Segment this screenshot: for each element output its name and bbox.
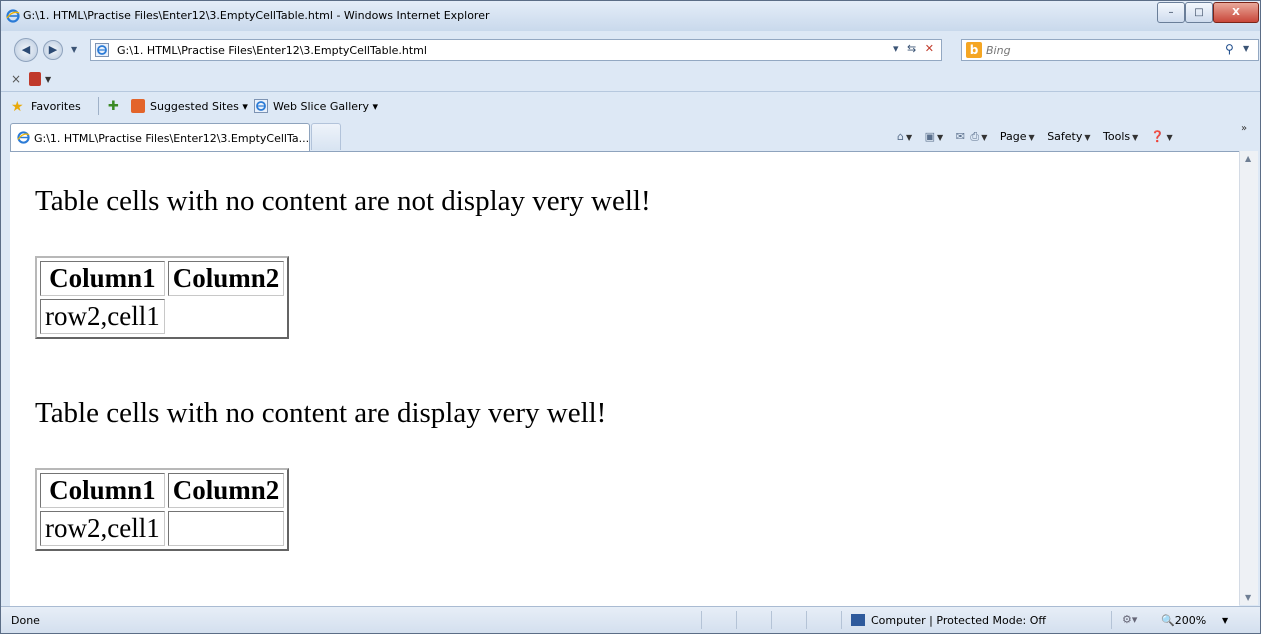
empty-table-cell [167, 511, 285, 546]
status-divider [1111, 611, 1112, 629]
home-dropdown-icon[interactable]: ▼ [906, 133, 912, 142]
security-zone[interactable]: Computer | Protected Mode: Off [871, 614, 1046, 627]
print-dropdown-icon[interactable]: ▼ [981, 133, 987, 142]
addon-toolbar: × ▼ [1, 67, 1260, 92]
status-divider [701, 611, 702, 629]
stop-icon[interactable]: ✕ [925, 42, 934, 55]
status-divider [841, 611, 842, 629]
forward-icon: ▶ [48, 43, 58, 56]
zoom-icon: 🔍 [1161, 614, 1175, 627]
address-dropdown-icon[interactable]: ▾ [893, 42, 899, 55]
page-icon [95, 43, 109, 57]
status-bar: Done Computer | Protected Mode: Off ⚙▾ 🔍… [1, 606, 1260, 633]
table-header-row: Column1 Column2 [40, 261, 285, 296]
suggested-sites-icon [131, 99, 145, 113]
search-input[interactable] [986, 43, 1216, 57]
safety-menu[interactable]: Safety [1047, 130, 1082, 143]
zoom-dropdown-icon[interactable]: ▼ [1222, 616, 1228, 625]
more-commands-icon[interactable]: » [1241, 123, 1247, 134]
pdf-icon[interactable] [29, 72, 41, 86]
navigation-bar: ◀ ▶ ▼ G:\1. HTML\Practise Files\Enter12\… [1, 37, 1260, 65]
refresh-icon[interactable]: ⇆ [907, 42, 916, 55]
scroll-down-icon[interactable]: ▼ [1245, 593, 1251, 602]
tools-dropdown-icon[interactable]: ▼ [1132, 133, 1138, 142]
browser-window: G:\1. HTML\Practise Files\Enter12\3.Empt… [0, 0, 1261, 634]
empty-table-cell [168, 299, 285, 334]
vertical-scrollbar[interactable]: ▲ ▼ [1239, 151, 1258, 605]
table-cell: row2,cell1 [40, 299, 165, 334]
tools-menu[interactable]: Tools [1103, 130, 1130, 143]
web-slice-gallery-link[interactable]: Web Slice Gallery ▾ [273, 100, 378, 113]
command-bar: ⌂ ▼ ▣ ▼ ✉ ⎙ ▼ Page ▼ Safety ▼ Tools ▼ ❓ ▼ [897, 130, 1182, 144]
status-text: Done [11, 614, 40, 627]
back-icon: ◀ [21, 43, 31, 56]
home-icon[interactable]: ⌂ [897, 130, 904, 143]
status-divider [771, 611, 772, 629]
table-empty-cell-shown: Column1 Column2 row2,cell1 [35, 468, 290, 551]
page-dropdown-icon[interactable]: ▼ [1029, 133, 1035, 142]
intro-paragraph: Table cells with no content are not disp… [35, 185, 651, 217]
title-bar: G:\1. HTML\Practise Files\Enter12\3.Empt… [1, 1, 1260, 31]
address-bar[interactable]: G:\1. HTML\Practise Files\Enter12\3.Empt… [90, 39, 942, 61]
pdf-dropdown-icon[interactable]: ▼ [45, 75, 51, 84]
tab-bar: G:\1. HTML\Practise Files\Enter12\3.Empt… [1, 119, 1260, 151]
favorites-separator [98, 97, 99, 115]
maximize-button[interactable]: □ [1185, 2, 1213, 23]
forward-button[interactable]: ▶ [43, 40, 63, 60]
table-header-cell: Column2 [167, 261, 285, 296]
mail-icon[interactable]: ✉ [956, 130, 965, 143]
address-text: G:\1. HTML\Practise Files\Enter12\3.Empt… [117, 44, 427, 57]
second-paragraph: Table cells with no content are display … [35, 397, 607, 429]
bing-logo-icon: b [966, 42, 982, 58]
table-cell: row2,cell1 [40, 511, 165, 546]
ie-logo-icon [6, 9, 20, 23]
status-divider [806, 611, 807, 629]
address-actions: ▾ ⇆ ✕ [893, 42, 939, 55]
back-button[interactable]: ◀ [14, 38, 38, 62]
minimize-button[interactable]: – [1157, 2, 1185, 23]
web-slice-icon [254, 99, 268, 113]
safety-dropdown-icon[interactable]: ▼ [1084, 133, 1090, 142]
favorites-button[interactable]: Favorites [31, 100, 81, 113]
window-title: G:\1. HTML\Practise Files\Enter12\3.Empt… [23, 9, 490, 22]
table-row: row2,cell1 [40, 511, 285, 546]
tab-label: G:\1. HTML\Practise Files\Enter12\3.Empt… [34, 132, 310, 145]
feeds-dropdown-icon[interactable]: ▼ [937, 133, 943, 142]
print-icon[interactable]: ⎙ [970, 130, 979, 143]
add-favorite-icon[interactable]: ✚ [108, 99, 119, 114]
feeds-icon[interactable]: ▣ [925, 130, 935, 143]
table-header-cell: Column1 [40, 473, 165, 508]
favorites-star-icon[interactable]: ★ [11, 99, 24, 115]
ie-logo-icon [17, 131, 30, 144]
search-box[interactable]: b ⚲ ▼ [961, 39, 1259, 61]
search-icon[interactable]: ⚲ [1225, 42, 1234, 56]
tab-active[interactable]: G:\1. HTML\Practise Files\Enter12\3.Empt… [10, 123, 310, 151]
suggested-sites-link[interactable]: Suggested Sites ▾ [150, 100, 248, 113]
search-options-icon[interactable]: ▼ [1243, 44, 1249, 53]
table-header-cell: Column2 [167, 473, 285, 508]
help-icon[interactable]: ❓ [1151, 130, 1165, 143]
zoom-level[interactable]: 🔍200% [1161, 614, 1206, 627]
page-content: Table cells with no content are not disp… [10, 151, 1239, 606]
page-menu[interactable]: Page [1000, 130, 1027, 143]
close-button[interactable]: X [1213, 2, 1259, 23]
table-header-row: Column1 Column2 [40, 473, 285, 508]
scroll-up-icon[interactable]: ▲ [1245, 154, 1251, 163]
table-empty-cell-hidden: Column1 Column2 row2,cell1 [35, 256, 290, 339]
table-row: row2,cell1 [40, 299, 284, 334]
computer-zone-icon [851, 614, 865, 626]
new-tab-button[interactable] [311, 123, 341, 150]
favorites-bar: ★ Favorites ✚ Suggested Sites ▾ Web Slic… [1, 93, 1260, 119]
protected-mode-icon[interactable]: ⚙▾ [1122, 613, 1137, 626]
close-toolbar-icon[interactable]: × [11, 72, 21, 86]
recent-pages-dropdown-icon[interactable]: ▼ [71, 45, 77, 54]
zoom-value: 200% [1174, 614, 1207, 627]
status-divider [736, 611, 737, 629]
table-header-cell: Column1 [40, 261, 165, 296]
help-dropdown-icon[interactable]: ▼ [1167, 133, 1173, 142]
